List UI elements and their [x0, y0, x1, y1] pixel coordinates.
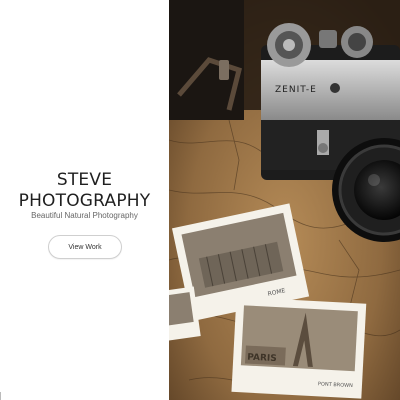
page: STEVE PHOTOGRAPHY Beautiful Natural Phot… — [0, 0, 400, 400]
hero-photo-illustration: ZENIT-E ROME PARIS PONT BROWN — [169, 0, 400, 400]
polaroid-paris: PARIS PONT BROWN — [231, 296, 367, 399]
polaroid-paris-caption: PARIS — [247, 353, 277, 365]
view-work-button[interactable]: View Work — [48, 235, 122, 259]
left-edge-marker — [0, 392, 1, 400]
hero-panel: STEVE PHOTOGRAPHY Beautiful Natural Phot… — [0, 0, 169, 400]
hero-title: STEVE PHOTOGRAPHY — [18, 170, 151, 211]
hero-tagline: Beautiful Natural Photography — [31, 211, 138, 220]
camera-brand-label: ZENIT-E — [275, 85, 317, 95]
hero-photo: ZENIT-E ROME PARIS PONT BROWN — [169, 0, 400, 400]
